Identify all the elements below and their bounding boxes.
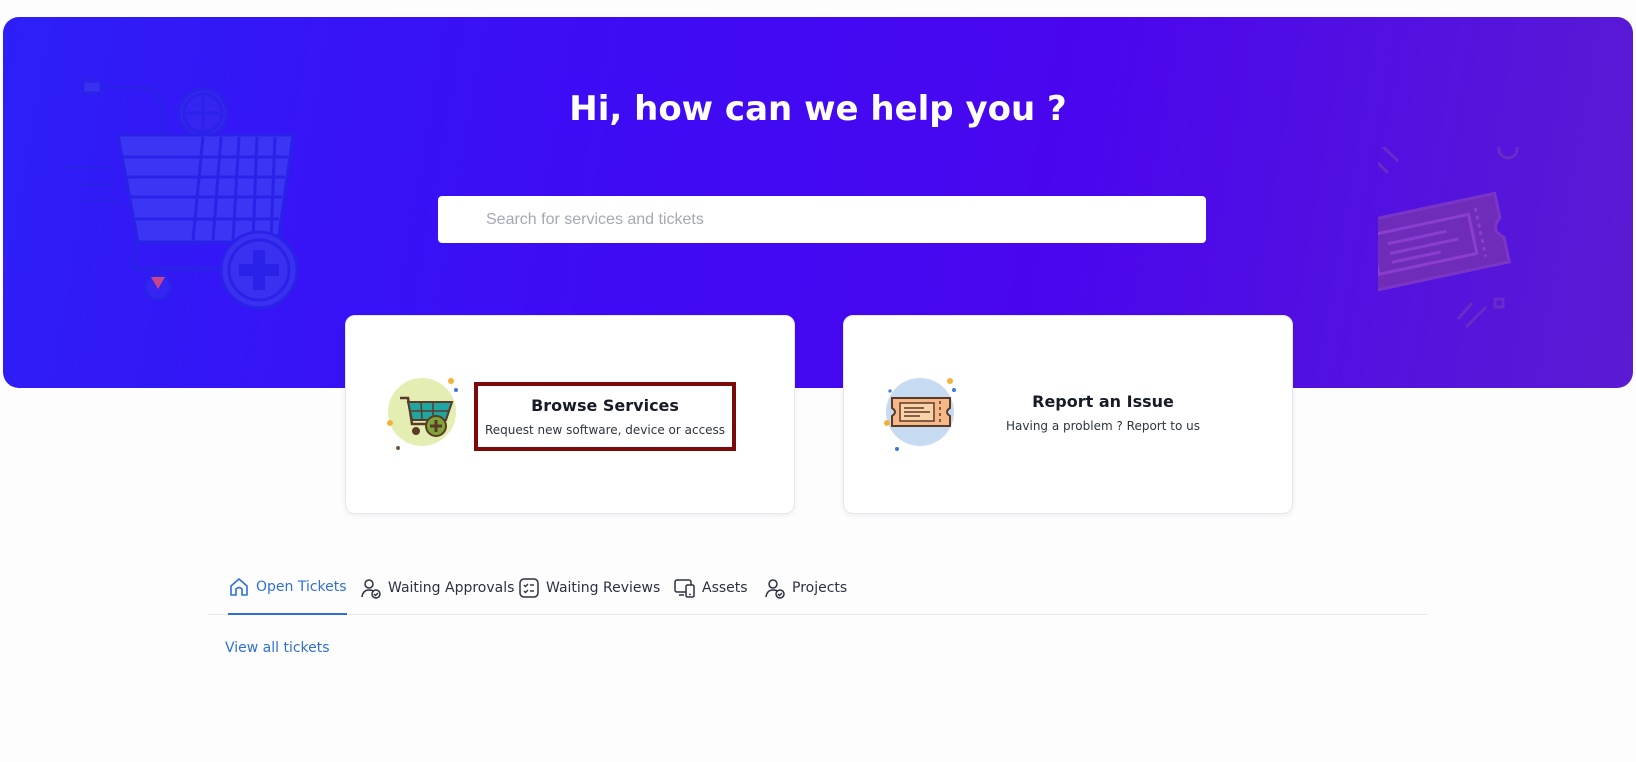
tab-bar: Open Tickets Waiting Approvals Waiting R… (208, 560, 1428, 615)
tab-waiting-reviews[interactable]: Waiting Reviews (518, 560, 660, 615)
tab-label: Waiting Reviews (546, 579, 661, 596)
report-issue-text[interactable]: Report an Issue Having a problem ? Repor… (972, 392, 1234, 433)
card-title: Browse Services (531, 396, 679, 415)
tab-label: Assets (702, 579, 748, 596)
tab-label: Waiting Approvals (388, 579, 515, 596)
user-check-icon (765, 578, 785, 599)
browse-services-text[interactable]: Browse Services Request new software, de… (474, 382, 736, 451)
hero-title: Hi, how can we help you ? (569, 89, 1067, 129)
ticket-icon (884, 378, 956, 451)
tab-assets[interactable]: Assets (674, 560, 748, 615)
shopping-cart-icon (387, 378, 458, 450)
browse-services-card[interactable]: Browse Services Request new software, de… (345, 315, 795, 514)
tab-label: Open Tickets (256, 578, 347, 595)
devices-icon (674, 578, 695, 598)
card-title: Report an Issue (1032, 392, 1174, 411)
card-subtitle: Request new software, device or access (484, 423, 726, 437)
report-issue-card[interactable]: Report an Issue Having a problem ? Repor… (843, 315, 1293, 514)
ticket-icon (1378, 147, 1519, 329)
tab-label: Projects (792, 579, 848, 596)
search-input[interactable] (438, 196, 1206, 243)
tab-waiting-approvals[interactable]: Waiting Approvals (360, 560, 514, 615)
tab-projects[interactable]: Projects (764, 560, 847, 615)
tab-open-tickets[interactable]: Open Tickets (228, 560, 347, 615)
checklist-icon (519, 577, 539, 598)
hero-banner: Hi, how can we help you ? (3, 17, 1633, 388)
card-subtitle: Having a problem ? Report to us (1006, 419, 1200, 433)
view-all-tickets-link[interactable]: View all tickets (225, 640, 330, 656)
home-icon (230, 577, 248, 596)
user-check-icon (361, 578, 381, 599)
